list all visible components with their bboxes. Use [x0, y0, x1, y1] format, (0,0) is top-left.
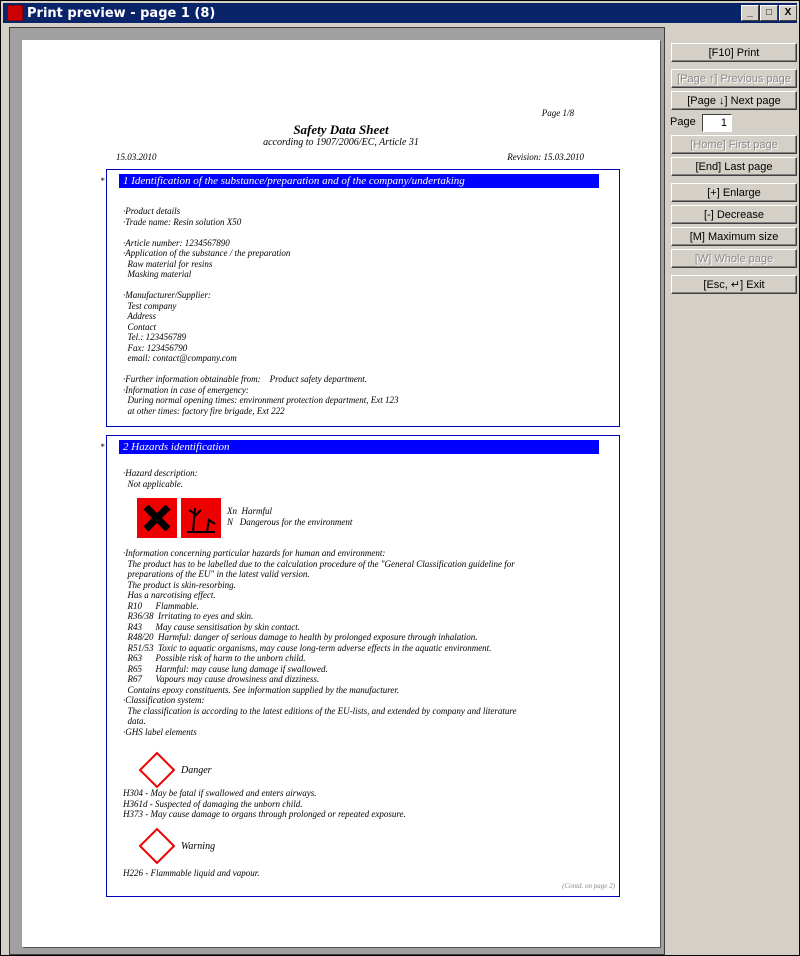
sheet-subtitle: according to 1907/2006/EC, Article 31 — [263, 137, 419, 148]
first-page-button[interactable]: [Home] First page — [671, 135, 797, 154]
section-2-line: ·GHS label elements — [123, 726, 197, 737]
section-1-line: Fax: 123456790 — [123, 342, 188, 353]
hazard-symbols-text: Xn Harmful N Dangerous for the environmen… — [227, 506, 352, 527]
section-1-line: During normal opening times: environment… — [123, 395, 399, 405]
section-2-line: R65 Harmful: may cause lung damage if sw… — [123, 663, 328, 674]
hazard-description: ·Hazard description: Not applicable. — [123, 468, 198, 489]
previous-page-button[interactable]: [Page ↑] Previous page — [671, 69, 797, 88]
section-1-line: Test company — [123, 300, 177, 311]
enlarge-button[interactable]: [+] Enlarge — [671, 183, 797, 202]
section-1-line — [123, 364, 603, 375]
document-page: Page 1/8 Safety Data Sheet according to … — [22, 40, 660, 947]
window-title: Print preview - page 1 (8) — [27, 5, 216, 21]
hazard-statement-line: H361d - Suspected of damaging the unborn… — [123, 798, 303, 809]
hazard-symbol-line: Xn Harmful — [227, 506, 272, 516]
hazard-statement-line: H373 - May cause damage to organs throug… — [123, 809, 406, 819]
close-icon[interactable]: X — [779, 5, 797, 21]
section-1-line: Masking material — [123, 269, 192, 279]
sheet-title: Safety Data Sheet — [293, 122, 389, 137]
section-2-line: ·Information concerning particular hazar… — [123, 548, 386, 558]
change-marker: * — [100, 176, 105, 186]
hazard-statement-line: H304 - May be fatal if swallowed and ent… — [123, 788, 317, 798]
section-2-line: Contains epoxy constituents. See informa… — [123, 684, 400, 695]
print-button[interactable]: [F10] Print — [671, 43, 797, 62]
decrease-button[interactable]: [-] Decrease — [671, 205, 797, 224]
hazard-description-line: ·Hazard description: — [123, 468, 198, 478]
preview-area[interactable]: Page 1/8 Safety Data Sheet according to … — [9, 27, 665, 955]
title-bar[interactable]: Print preview - page 1 (8) _ □ X — [3, 3, 797, 23]
section-2-line: R48/20 Harmful: danger of serious damage… — [123, 632, 478, 642]
doc-revision: Revision: 15.03.2010 — [507, 152, 584, 162]
app-icon — [7, 5, 23, 21]
environment-hazard-icon — [181, 498, 221, 538]
section-1-line: email: contact@company.com — [123, 353, 237, 363]
section-2-line: R67 Vapours may cause drowsiness and diz… — [123, 674, 320, 684]
section-1-body: ·Product details ·Trade name: Resin solut… — [123, 206, 603, 416]
section-1-line: ·Information in case of emergency: — [123, 384, 249, 395]
page-number-input[interactable]: 1 — [702, 114, 732, 132]
h226-statement: H226 - Flammable liquid and vapour. — [123, 868, 260, 878]
section-2-line: The classification is according to the l… — [123, 705, 517, 716]
section-2-line: data. — [123, 716, 146, 726]
exit-button[interactable]: [Esc, ↵] Exit — [671, 275, 797, 294]
harmful-xn-icon — [137, 498, 177, 538]
section-1-line: at other times: factory fire brigade, Ex… — [123, 405, 285, 416]
section-2-line: R63 Possible risk of harm to the unborn … — [123, 653, 306, 663]
section-2: 2 Hazards identification ·Hazard descrip… — [106, 435, 620, 897]
section-2-body: ·Information concerning particular hazar… — [123, 548, 613, 737]
section-1-line — [123, 227, 603, 238]
hazard-symbol-line: N Dangerous for the environment — [227, 516, 353, 527]
ghs-warning-label: Warning — [181, 841, 216, 852]
page-indicator: Page 1/8 — [541, 108, 574, 118]
next-page-button[interactable]: [Page ↓] Next page — [671, 91, 797, 110]
doc-date: 15.03.2010 — [116, 152, 157, 162]
last-page-button[interactable]: [End] Last page — [671, 157, 797, 176]
section-2-line: R43 May cause sensitisation by skin cont… — [123, 621, 300, 632]
section-1-line: ·Article number: 1234567890 — [123, 237, 230, 248]
section-2-line: R10 Flammable. — [123, 600, 199, 611]
section-1-line: ·Manufacturer/Supplier: — [123, 290, 211, 300]
hazard-description-line: Not applicable. — [123, 478, 184, 489]
section-1-line: Tel.: 123456789 — [123, 332, 187, 342]
section-1-line: Raw material for resins — [123, 258, 213, 269]
section-2-line: The product is skin-resorbing. — [123, 579, 236, 590]
maximize-icon[interactable]: □ — [760, 5, 778, 21]
section-2-line: R51/53 Toxic to aquatic organisms, may c… — [123, 642, 492, 653]
continued-note: (Contd. on page 2) — [562, 882, 615, 890]
section-1-line: ·Trade name: Resin solution X50 — [123, 216, 242, 227]
section-2-line: The product has to be labelled due to th… — [123, 558, 515, 569]
section-2-line: R36/38 Irritating to eyes and skin. — [123, 611, 254, 621]
section-2-line: preparations of the EU" in the latest va… — [123, 569, 310, 579]
section-1-line: Contact — [123, 321, 157, 332]
section-1-line — [123, 280, 603, 291]
section-2-line: ·Classification system: — [123, 695, 205, 705]
hazard-statements: H304 - May be fatal if swallowed and ent… — [123, 788, 613, 820]
whole-page-button[interactable]: [W] Whole page — [671, 249, 797, 268]
ghs-health-hazard-icon — [138, 751, 176, 789]
section-1-line: Address — [123, 311, 157, 321]
minimize-icon[interactable]: _ — [741, 5, 759, 21]
section-1: 1 Identification of the substance/prepar… — [106, 169, 620, 427]
section-1-line: ·Application of the substance / the prep… — [123, 248, 291, 258]
maximum-size-button[interactable]: [M] Maximum size — [671, 227, 797, 246]
section-1-line: ·Product details — [123, 206, 181, 216]
ghs-flame-icon — [138, 827, 176, 865]
section-1-line: ·Further information obtainable from: Pr… — [123, 374, 368, 384]
ghs-danger-label: Danger — [181, 765, 212, 776]
print-preview-window: Print preview - page 1 (8) _ □ X Page 1/… — [0, 0, 800, 956]
section-1-heading: 1 Identification of the substance/prepar… — [119, 174, 599, 188]
change-marker: * — [100, 442, 105, 452]
page-label: Page — [670, 116, 696, 128]
section-2-heading: 2 Hazards identification — [119, 440, 599, 454]
section-2-line: Has a narcotising effect. — [123, 590, 216, 600]
